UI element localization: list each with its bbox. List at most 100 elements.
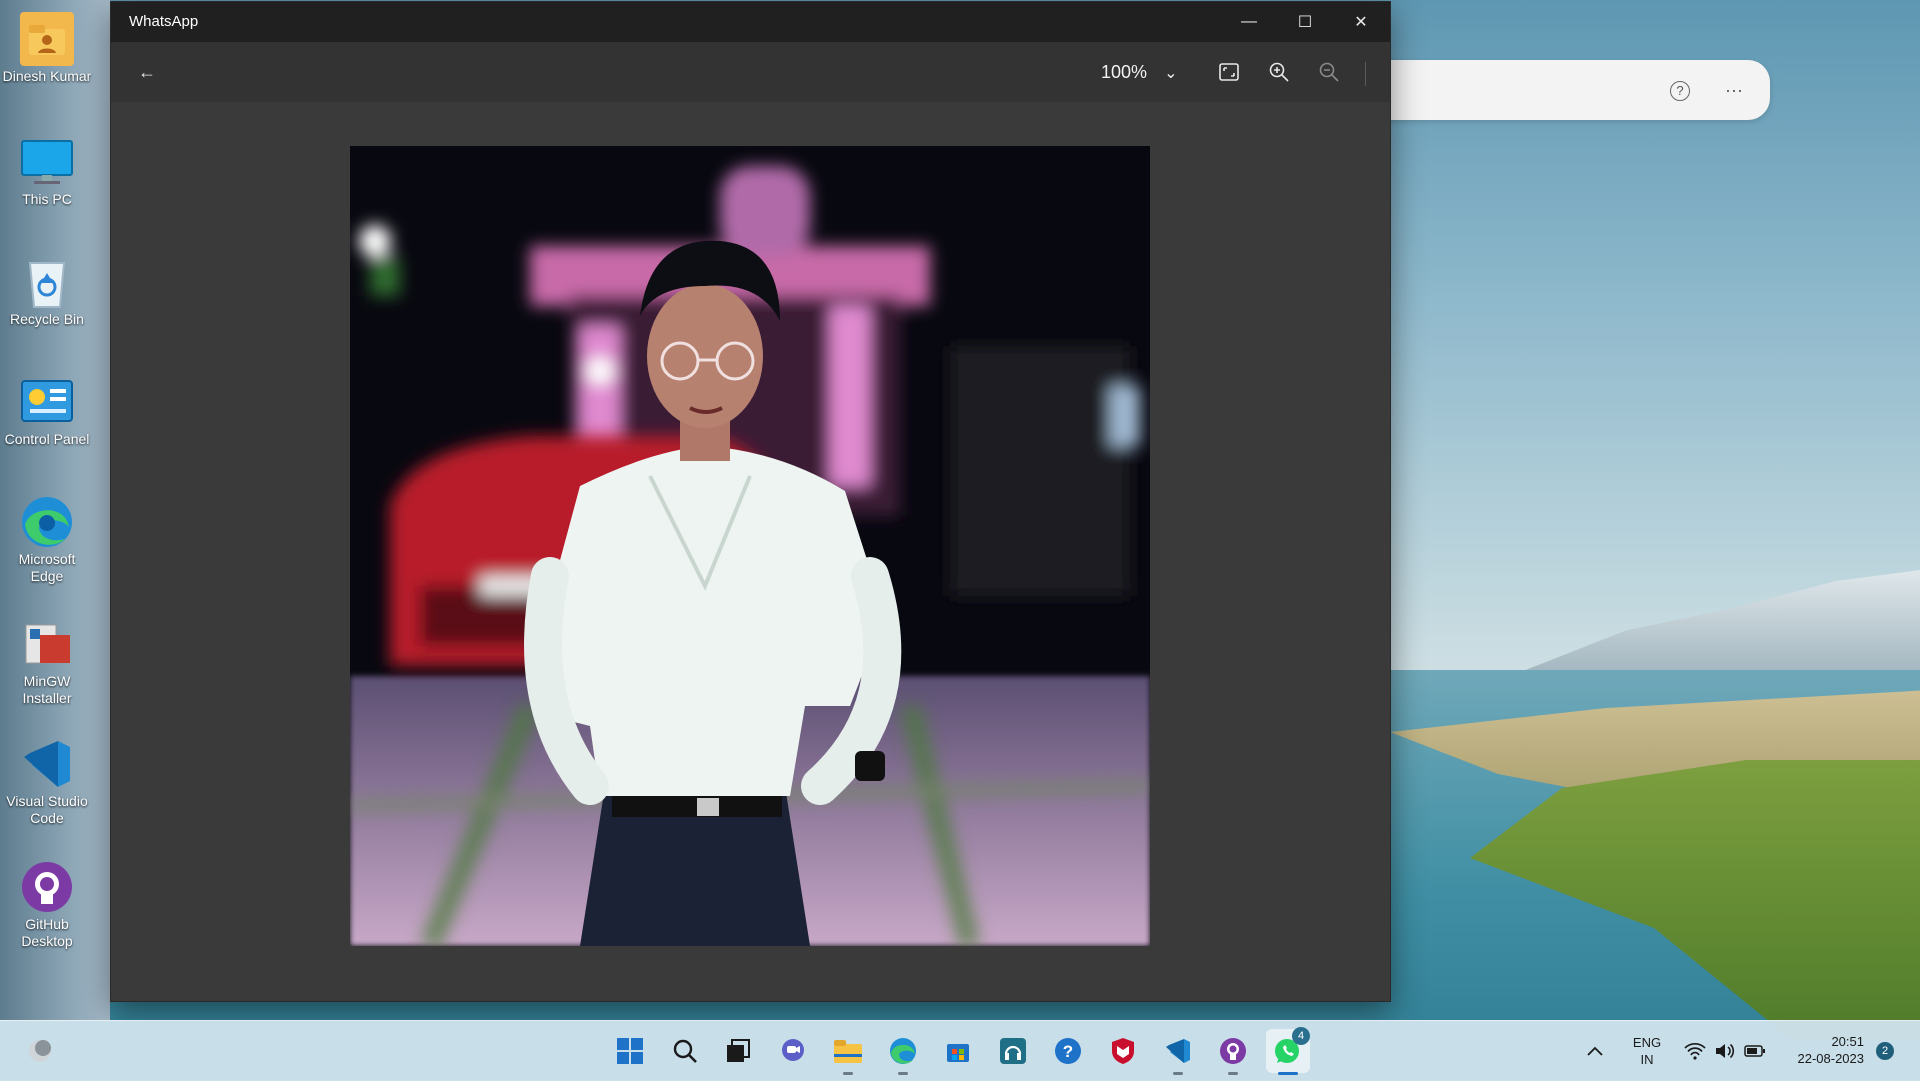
folder-icon	[834, 1040, 862, 1063]
photo-canvas[interactable]	[111, 102, 1390, 1001]
monitor-icon	[20, 135, 74, 189]
control-panel-icon	[20, 375, 74, 429]
taskbar-file-explorer[interactable]	[826, 1029, 870, 1075]
close-icon: ✕	[1354, 14, 1368, 31]
minimize-button[interactable]: —	[1221, 2, 1277, 42]
chevron-up-icon	[1587, 1046, 1603, 1056]
desktop-icon-label: Recycle Bin	[10, 311, 84, 327]
zoom-out-icon	[1319, 62, 1339, 82]
window-title: WhatsApp	[129, 13, 199, 30]
fit-to-window-icon	[1219, 63, 1239, 81]
user-folder-icon	[20, 12, 74, 66]
title-bar[interactable]: WhatsApp — ☐ ✕	[111, 2, 1390, 42]
close-button[interactable]: ✕	[1333, 2, 1389, 42]
zoom-out-button[interactable]	[1309, 54, 1349, 90]
desktop-icon-vscode[interactable]: Visual Studio Code	[2, 737, 92, 827]
back-arrow-icon: ←	[138, 61, 156, 82]
chevron-down-icon: ⌄	[1164, 65, 1178, 82]
displayed-photo[interactable]	[350, 146, 1150, 946]
edge-icon	[20, 495, 74, 549]
maximize-icon: ☐	[1297, 14, 1313, 31]
github-icon	[20, 860, 74, 914]
task-view-icon	[727, 1039, 750, 1062]
whatsapp-unread-badge: 4	[1292, 1027, 1310, 1045]
desktop-icon-control-panel[interactable]: Control Panel	[2, 375, 92, 448]
running-indicator	[1228, 1072, 1238, 1075]
running-indicator	[1173, 1072, 1183, 1075]
recycle-bin-icon	[20, 255, 74, 309]
running-indicator	[843, 1072, 853, 1075]
photo-viewer-window: WhatsApp — ☐ ✕ ← 100% ⌄	[110, 1, 1391, 1002]
github-icon	[1220, 1038, 1246, 1064]
clock-time: 20:51	[1831, 1034, 1864, 1049]
viewer-toolbar: ← 100% ⌄	[111, 42, 1390, 102]
chat-icon	[782, 1039, 804, 1061]
show-hidden-icons-button[interactable]	[1580, 1029, 1610, 1073]
notification-count-badge[interactable]: 2	[1876, 1042, 1894, 1060]
zoom-in-icon	[1269, 62, 1289, 82]
language-indicator[interactable]: ENG IN	[1622, 1034, 1672, 1068]
zoom-level-dropdown[interactable]: 100% ⌄	[1101, 54, 1177, 90]
desktop-icon-user-folder[interactable]: Dinesh Kumar	[2, 12, 92, 85]
start-button[interactable]	[608, 1029, 652, 1073]
desktop-icon-label: MinGW Installer	[22, 673, 72, 706]
vscode-icon	[20, 737, 74, 791]
active-indicator	[1278, 1072, 1298, 1075]
background-window[interactable]: ? ···	[1370, 60, 1770, 120]
quick-settings-button[interactable]	[1680, 1029, 1770, 1073]
taskbar-whatsapp[interactable]: 4	[1266, 1027, 1310, 1075]
desktop-icon-label: Microsoft Edge	[18, 551, 76, 584]
more-options-icon[interactable]: ···	[1720, 76, 1748, 104]
taskbar-mcafee[interactable]	[1101, 1029, 1145, 1073]
taskbar-search-button[interactable]	[663, 1029, 707, 1073]
clock-date: 22-08-2023	[1797, 1051, 1865, 1066]
zoom-level-value: 100%	[1101, 62, 1148, 82]
installer-icon	[20, 617, 74, 671]
svg-text:?: ?	[1063, 1042, 1073, 1061]
toolbar-divider	[1365, 62, 1366, 86]
desktop-icon-this-pc[interactable]: This PC	[2, 135, 92, 208]
minimize-icon: —	[1241, 13, 1257, 30]
headset-app-icon	[1000, 1038, 1026, 1064]
desktop-icon-label: Dinesh Kumar	[2, 68, 92, 84]
taskbar-edge[interactable]	[881, 1029, 925, 1075]
language-code: ENG	[1632, 1035, 1662, 1050]
store-icon	[947, 1044, 969, 1062]
battery-icon	[1744, 1045, 1765, 1057]
widgets-button[interactable]	[18, 1029, 62, 1073]
search-icon	[673, 1039, 697, 1063]
desktop-icon-mingw[interactable]: MinGW Installer	[2, 617, 92, 707]
taskbar-github[interactable]	[1211, 1029, 1255, 1075]
running-indicator	[898, 1072, 908, 1075]
taskbar-app-headset[interactable]	[991, 1029, 1035, 1073]
back-button[interactable]: ←	[127, 54, 167, 90]
clock[interactable]: 20:51 22-08-2023	[1772, 1033, 1865, 1067]
desktop-icon-label: This PC	[22, 191, 72, 207]
volume-icon	[1716, 1043, 1735, 1059]
region-code: IN	[1640, 1052, 1654, 1067]
edge-icon	[890, 1038, 916, 1064]
portrait-photo-image	[350, 146, 1150, 946]
mcafee-shield-icon	[1112, 1038, 1134, 1064]
desktop-icon-label: Visual Studio Code	[6, 793, 88, 826]
desktop-icon-label: GitHub Desktop	[21, 916, 73, 949]
taskbar-store[interactable]	[936, 1029, 980, 1073]
desktop-icon-edge[interactable]: Microsoft Edge	[2, 495, 92, 585]
task-view-button[interactable]	[716, 1029, 760, 1073]
desktop-icon-github[interactable]: GitHub Desktop	[2, 860, 92, 950]
zoom-in-button[interactable]	[1259, 54, 1299, 90]
vscode-icon	[1166, 1039, 1190, 1063]
desktop-icon-label: Control Panel	[4, 431, 90, 447]
taskbar-chat[interactable]	[771, 1029, 815, 1073]
fit-to-window-button[interactable]	[1209, 54, 1249, 90]
help-icon: ?	[1055, 1038, 1081, 1064]
desktop-icon-recycle-bin[interactable]: Recycle Bin	[2, 255, 92, 328]
taskbar-vscode[interactable]	[1156, 1029, 1200, 1075]
taskbar-get-help[interactable]: ?	[1046, 1029, 1090, 1073]
maximize-button[interactable]: ☐	[1277, 2, 1333, 42]
wifi-icon	[1684, 1042, 1706, 1060]
help-icon[interactable]: ?	[1670, 81, 1690, 101]
windows-logo-icon	[617, 1038, 643, 1064]
taskbar: ? 4 ENG IN 20:51 22-08-2023 2	[0, 1020, 1920, 1081]
weather-icon	[29, 1040, 51, 1062]
